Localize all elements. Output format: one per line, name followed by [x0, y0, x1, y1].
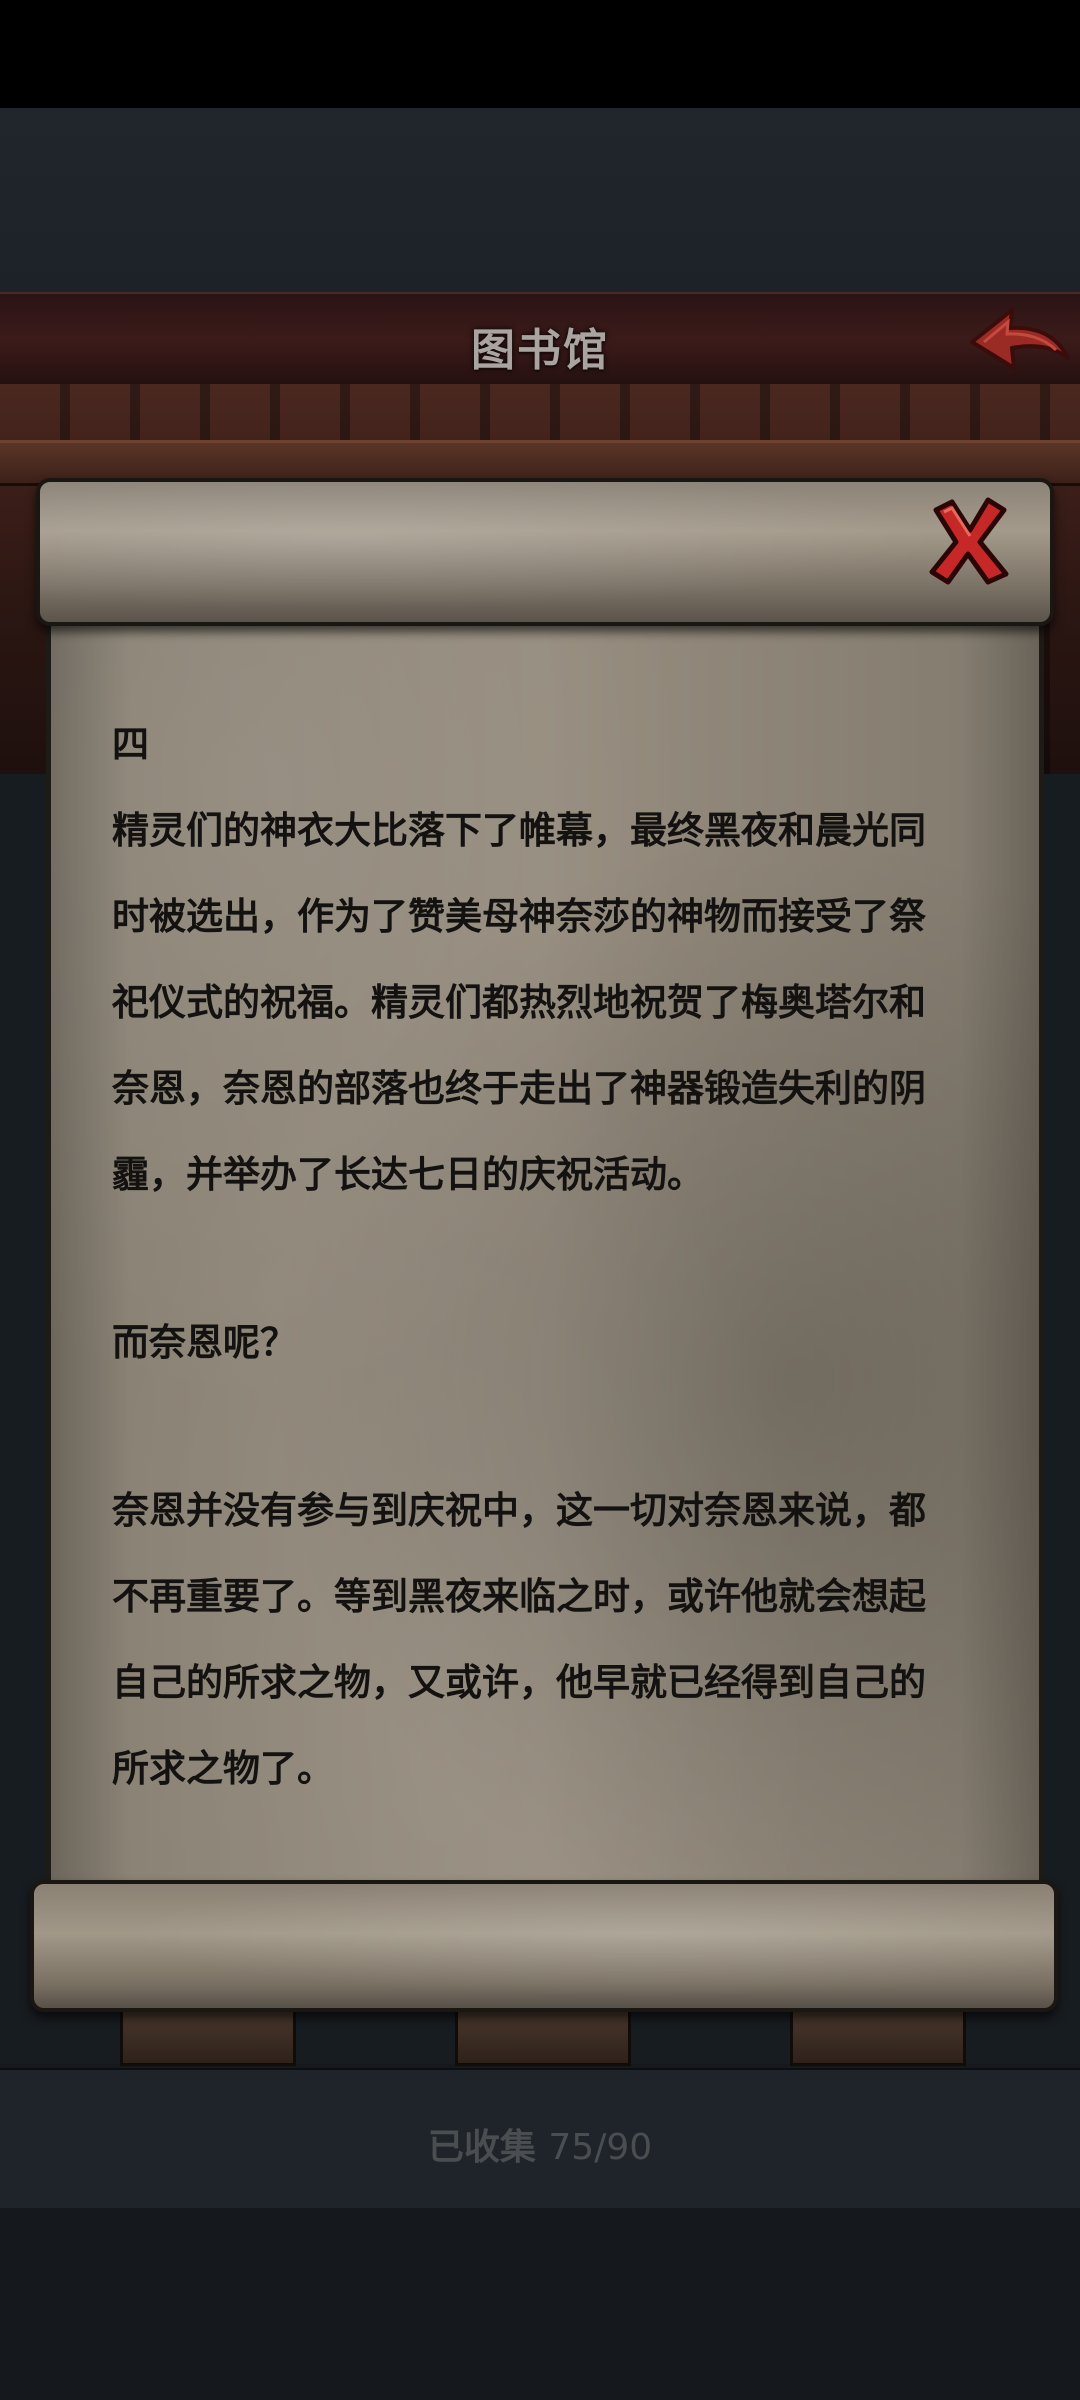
collected-label: 已收集 — [427, 2127, 536, 2168]
text-line: 精灵们的神衣大比落下了帷幕，最终黑夜和晨光同 — [112, 809, 926, 852]
scroll-top-roll — [36, 478, 1054, 626]
text-line: 霾，并举办了长达七日的庆祝活动。 — [112, 1153, 704, 1196]
close-button[interactable] — [926, 496, 1010, 586]
text-line: 奈恩并没有参与到庆祝中，这一切对奈恩来说，都 — [112, 1489, 926, 1532]
text-line: 祀仪式的祝福。精灵们都热烈地祝贺了梅奥塔尔和 — [112, 981, 926, 1024]
scroll-paper — [46, 600, 1044, 1900]
collected-count: 75/90 — [548, 2127, 653, 2168]
bottom-strip — [0, 2208, 1080, 2400]
back-button[interactable] — [964, 300, 1074, 380]
page-title: 图书馆 — [471, 325, 609, 376]
text-line: 四 — [112, 723, 149, 766]
text-line: 不再重要了。等到黑夜来临之时，或许他就会想起 — [112, 1575, 926, 1618]
collection-counter: 已收集 75/90 — [0, 2118, 1080, 2170]
back-arrow-icon — [970, 308, 1070, 370]
text-line: 时被选出，作为了赞美母神奈莎的神物而接受了祭 — [112, 895, 926, 938]
scroll-bottom-roll — [30, 1880, 1058, 2012]
screen: 图书馆 已收集 75/90 四 精灵们的神衣大比落下了帷幕，最终黑夜和晨光同 时… — [0, 0, 1080, 2400]
text-line: 自己的所求之物，又或许，他早就已经得到自己的 — [112, 1661, 926, 1704]
status-bar — [0, 0, 1080, 108]
text-line: 所求之物了。 — [112, 1747, 334, 1790]
header-bar: 图书馆 — [0, 292, 1080, 389]
text-line: 而奈恩呢？ — [112, 1321, 297, 1364]
text-line: 奈恩，奈恩的部落也终于走出了神器锻造失利的阴 — [112, 1067, 926, 1110]
close-x-icon — [929, 497, 1009, 585]
